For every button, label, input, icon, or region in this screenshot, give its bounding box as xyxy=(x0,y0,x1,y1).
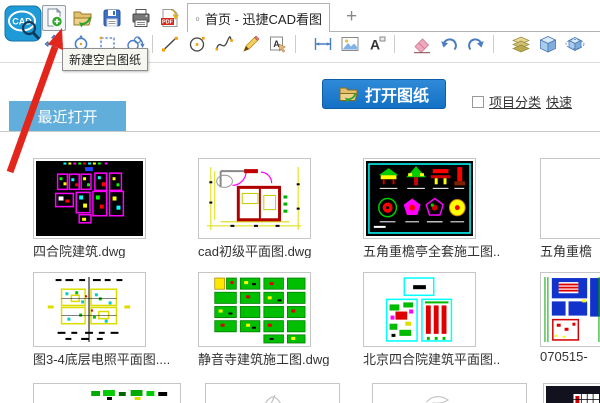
file-thumbnail[interactable] xyxy=(540,158,600,239)
file-thumbnail[interactable] xyxy=(205,383,340,403)
quick-link[interactable]: 快速 xyxy=(546,92,572,111)
file-name: 070515- xyxy=(540,349,588,364)
pan-icon[interactable] xyxy=(44,34,64,54)
file-thumbnail[interactable] xyxy=(363,158,476,239)
svg-text:PDF: PDF xyxy=(162,19,174,25)
toolbar-file: PDF xyxy=(42,4,182,31)
file-thumbnail[interactable] xyxy=(372,383,527,403)
thumbnail-temple-green xyxy=(201,275,308,344)
file-thumbnail[interactable] xyxy=(543,383,600,403)
print-icon xyxy=(132,8,150,27)
thumbnail-floorplan xyxy=(201,161,308,236)
file-name: 五角重檐 xyxy=(540,244,593,258)
toolbar-separator xyxy=(493,35,494,53)
new-file-icon xyxy=(47,7,63,27)
project-category-checkbox[interactable] xyxy=(472,95,484,108)
layers-icon[interactable] xyxy=(511,34,531,54)
file-thumbnail[interactable] xyxy=(33,272,146,347)
text-annotate-icon[interactable]: A xyxy=(268,34,288,54)
project-category-link[interactable]: 项目分类 xyxy=(489,92,541,111)
circle-tool-icon[interactable] xyxy=(187,34,207,54)
sketch-pencil-icon[interactable] xyxy=(241,34,261,54)
svg-text:A: A xyxy=(370,37,380,53)
new-file-button[interactable] xyxy=(42,4,66,31)
thumbnail-partial-4 xyxy=(546,386,600,403)
redo-icon[interactable] xyxy=(466,34,486,54)
thumbnail-empty xyxy=(543,161,600,236)
cad-logo-icon: CAD xyxy=(4,5,42,42)
line-tool-icon[interactable] xyxy=(160,34,180,54)
thumbnail-partial-2 xyxy=(208,386,337,403)
toolbar-separator xyxy=(394,35,395,53)
file-thumbnail[interactable] xyxy=(33,383,181,403)
open-folder-icon xyxy=(73,11,92,27)
thumbnail-electric-plan xyxy=(36,275,143,344)
thumbnail-partial-1 xyxy=(36,386,178,403)
pdf-export-button[interactable]: PDF xyxy=(158,5,182,31)
undo-icon[interactable] xyxy=(439,34,459,54)
open-drawing-button[interactable]: 打开图纸 xyxy=(322,79,446,109)
content-divider xyxy=(0,131,600,132)
thumbnail-beijing-siheyuan xyxy=(366,275,473,344)
app-logo[interactable]: CAD xyxy=(4,5,42,43)
file-thumbnail[interactable] xyxy=(198,272,311,347)
toolbar-separator xyxy=(295,35,296,53)
file-name: 五角重檐亭全套施工图.. xyxy=(363,244,501,258)
save-icon xyxy=(103,9,121,26)
thumbnail-partial-3 xyxy=(375,386,524,403)
pdf-export-icon: PDF xyxy=(161,8,180,27)
save-button[interactable] xyxy=(100,5,124,31)
tab-home[interactable]: 首页 - 迅捷CAD看图 xyxy=(187,3,330,32)
thumbnail-pavilion xyxy=(366,161,473,236)
insert-image-icon[interactable] xyxy=(340,34,360,54)
file-name: 静音寺建筑施工图.dwg xyxy=(198,352,330,366)
box-3d-icon[interactable] xyxy=(538,34,558,54)
tab-home-title: 首页 - 迅捷CAD看图 xyxy=(204,11,322,27)
open-drawing-label: 打开图纸 xyxy=(364,88,429,105)
spline-tool-icon[interactable] xyxy=(214,34,234,54)
file-name: 图3-4底层电照平面图.... xyxy=(33,352,171,366)
home-icon xyxy=(195,16,200,21)
dimension-icon[interactable] xyxy=(313,34,333,54)
open-drawing-folder-icon xyxy=(339,87,358,103)
text-tool-icon[interactable]: A xyxy=(367,34,387,54)
new-tab-button[interactable]: + xyxy=(342,4,361,30)
file-name: cad初级平面图.dwg xyxy=(198,244,312,258)
thumbnail-070515 xyxy=(543,275,600,344)
file-name: 四合院建筑.dwg xyxy=(33,244,126,258)
thumbnail-siheyuan xyxy=(36,161,143,236)
file-thumbnail[interactable] xyxy=(540,272,600,347)
file-name: 北京四合院建筑平面图.. xyxy=(363,352,501,366)
tooltip: 新建空白图纸 xyxy=(62,48,149,71)
tab-recent-open[interactable]: 最近打开 xyxy=(9,101,126,131)
eraser-icon[interactable] xyxy=(412,34,432,54)
orbit-3d-icon[interactable] xyxy=(565,34,585,54)
list-options: 项目分类 快速 xyxy=(472,92,572,111)
file-thumbnail[interactable] xyxy=(363,272,476,347)
open-file-button[interactable] xyxy=(71,5,95,31)
file-thumbnail[interactable] xyxy=(198,158,311,239)
toolbar-separator xyxy=(152,35,153,53)
print-button[interactable] xyxy=(129,5,153,31)
file-thumbnail[interactable] xyxy=(33,158,146,239)
